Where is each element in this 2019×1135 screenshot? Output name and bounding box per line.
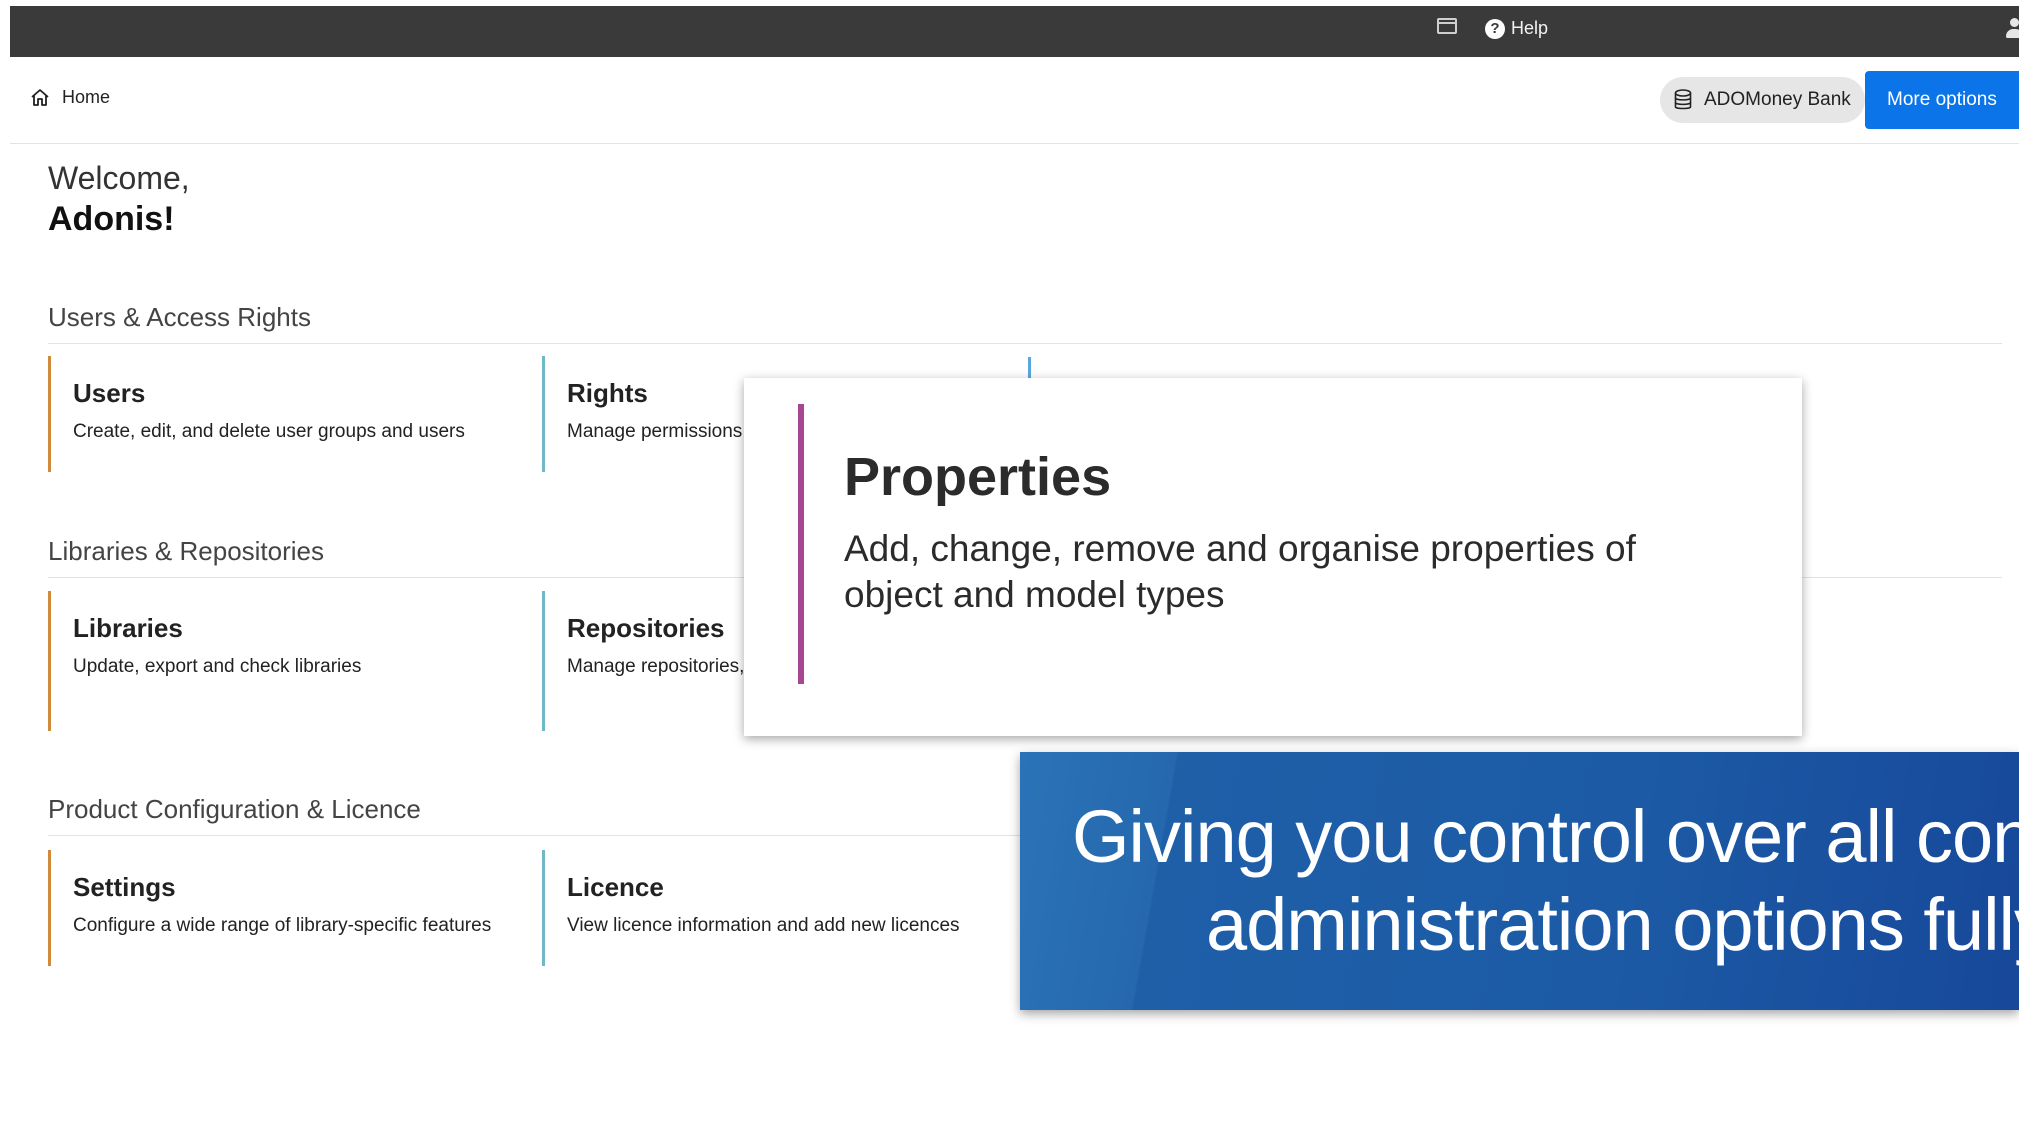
section-title-users-access: Users & Access Rights — [48, 302, 311, 332]
user-icon — [2006, 18, 2019, 38]
card-users[interactable]: Users Create, edit, and delete user grou… — [48, 356, 518, 472]
home-icon — [31, 89, 49, 106]
card-accent-fragment — [1028, 357, 1031, 378]
home-label: Home — [62, 87, 111, 107]
card-title: Libraries — [73, 613, 183, 643]
callout-title: Properties — [844, 447, 1112, 507]
card-description: Create, edit, and delete user groups and… — [73, 421, 465, 442]
window-button[interactable] — [1437, 18, 1457, 34]
card-description: Configure a wide range of library-specif… — [73, 915, 492, 936]
banner-line-2: administration options fully on — [1206, 883, 2019, 966]
card-title: Licence — [567, 872, 664, 902]
card-settings[interactable]: Settings Configure a wide range of libra… — [48, 850, 518, 966]
section-title-product-config: Product Configuration & Licence — [48, 794, 421, 824]
welcome-greeting: Welcome, — [48, 160, 190, 196]
section-title-libraries-repositories: Libraries & Repositories — [48, 536, 325, 566]
properties-callout: Properties Add, change, remove and organ… — [744, 378, 1802, 736]
more-options-button[interactable]: More options — [1865, 71, 2019, 129]
callout-description: Add, change, remove and organise propert… — [844, 528, 1636, 615]
card-title: Settings — [73, 872, 176, 902]
card-licence[interactable]: Licence View licence information and add… — [542, 850, 1012, 966]
database-selector[interactable]: ADOMoney Bank — [1660, 77, 1865, 123]
promo-banner: Giving you control over all configura ad… — [1020, 752, 2019, 1010]
help-icon: ? — [1485, 18, 1505, 39]
screen: ? Help Home ADOMoney Bank More options W… — [0, 0, 2019, 1135]
card-libraries[interactable]: Libraries Update, export and check libra… — [48, 591, 518, 731]
card-title: Users — [73, 378, 146, 408]
card-description: Update, export and check libraries — [73, 656, 362, 677]
help-label: Help — [1511, 18, 1549, 38]
banner-line-1: Giving you control over all configura — [1072, 795, 2019, 878]
top-bar: ? Help — [10, 6, 2019, 57]
welcome-user-name: Adonis! — [48, 200, 175, 238]
home-link[interactable]: Home — [30, 87, 110, 108]
database-icon — [1674, 89, 1692, 110]
window-icon — [1437, 18, 1457, 34]
callout-accent-bar — [798, 404, 804, 684]
help-button[interactable]: ? Help — [1485, 18, 1548, 39]
nav-bar: Home ADOMoney Bank More options — [10, 57, 2019, 144]
card-description: View licence information and add new lic… — [567, 915, 960, 936]
section-divider — [48, 343, 2002, 344]
database-label: ADOMoney Bank — [1704, 89, 1851, 110]
user-menu-button[interactable] — [2006, 18, 2019, 38]
